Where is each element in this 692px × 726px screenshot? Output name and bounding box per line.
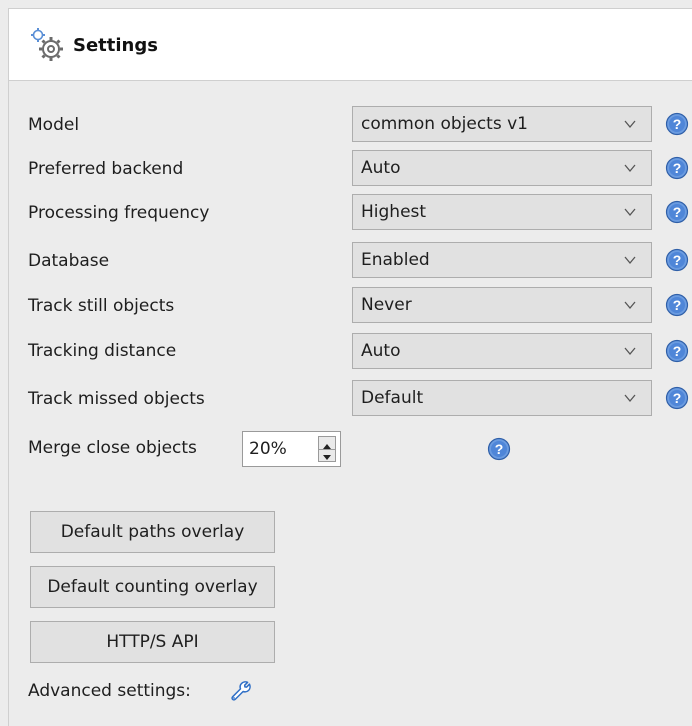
tracking-distance-value: Auto bbox=[361, 341, 401, 361]
tracking-distance-select[interactable]: Auto bbox=[352, 333, 652, 369]
chevron-down-icon bbox=[624, 394, 636, 403]
chevron-down-icon bbox=[624, 256, 636, 265]
caret-down-icon bbox=[323, 455, 331, 460]
window-top-strip bbox=[0, 0, 692, 8]
default-counting-overlay-button[interactable]: Default counting overlay bbox=[30, 566, 275, 608]
preferred-backend-select[interactable]: Auto bbox=[352, 150, 652, 186]
help-icon[interactable]: ? bbox=[665, 200, 689, 224]
svg-text:?: ? bbox=[673, 343, 682, 359]
page-title: Settings bbox=[73, 35, 158, 56]
merge-close-objects-value: 20% bbox=[249, 439, 287, 459]
help-icon[interactable]: ? bbox=[665, 339, 689, 363]
track-missed-objects-select[interactable]: Default bbox=[352, 380, 652, 416]
help-icon[interactable]: ? bbox=[665, 248, 689, 272]
track-still-objects-select[interactable]: Never bbox=[352, 287, 652, 323]
svg-text:?: ? bbox=[673, 116, 682, 132]
database-select[interactable]: Enabled bbox=[352, 242, 652, 278]
settings-header: Settings bbox=[8, 8, 692, 81]
merge-close-objects-stepper[interactable]: 20% bbox=[242, 431, 341, 467]
svg-text:?: ? bbox=[495, 441, 504, 457]
advanced-settings-label: Advanced settings: bbox=[28, 681, 191, 701]
preferred-backend-label: Preferred backend bbox=[28, 159, 184, 179]
gears-icon bbox=[31, 28, 63, 61]
model-select[interactable]: common objects v1 bbox=[352, 106, 652, 142]
svg-text:?: ? bbox=[673, 390, 682, 406]
chevron-down-icon bbox=[624, 347, 636, 356]
processing-frequency-select[interactable]: Highest bbox=[352, 194, 652, 230]
help-icon[interactable]: ? bbox=[665, 156, 689, 180]
svg-text:?: ? bbox=[673, 204, 682, 220]
default-paths-overlay-button[interactable]: Default paths overlay bbox=[30, 511, 275, 553]
track-still-objects-value: Never bbox=[361, 295, 412, 315]
model-select-value: common objects v1 bbox=[361, 114, 528, 134]
help-icon[interactable]: ? bbox=[665, 293, 689, 317]
stepper-down-button[interactable] bbox=[319, 449, 335, 461]
svg-text:?: ? bbox=[673, 160, 682, 176]
database-label: Database bbox=[28, 251, 110, 271]
help-icon[interactable]: ? bbox=[665, 112, 689, 136]
chevron-down-icon bbox=[624, 164, 636, 173]
stepper-arrows bbox=[318, 436, 336, 462]
chevron-down-icon bbox=[624, 120, 636, 129]
svg-text:?: ? bbox=[673, 252, 682, 268]
processing-frequency-value: Highest bbox=[361, 202, 427, 222]
track-missed-objects-value: Default bbox=[361, 388, 424, 408]
preferred-backend-value: Auto bbox=[361, 158, 401, 178]
wrench-icon[interactable] bbox=[229, 679, 253, 703]
track-still-objects-label: Track still objects bbox=[28, 296, 175, 316]
chevron-down-icon bbox=[624, 208, 636, 217]
help-icon[interactable]: ? bbox=[487, 437, 511, 461]
help-icon[interactable]: ? bbox=[665, 386, 689, 410]
svg-text:?: ? bbox=[673, 297, 682, 313]
chevron-down-icon bbox=[624, 301, 636, 310]
track-missed-objects-label: Track missed objects bbox=[28, 389, 205, 409]
merge-close-objects-label: Merge close objects bbox=[28, 438, 197, 458]
model-label: Model bbox=[28, 115, 80, 135]
tracking-distance-label: Tracking distance bbox=[28, 341, 177, 361]
processing-frequency-label: Processing frequency bbox=[28, 203, 210, 223]
database-value: Enabled bbox=[361, 250, 430, 270]
http-api-button[interactable]: HTTP/S API bbox=[30, 621, 275, 663]
